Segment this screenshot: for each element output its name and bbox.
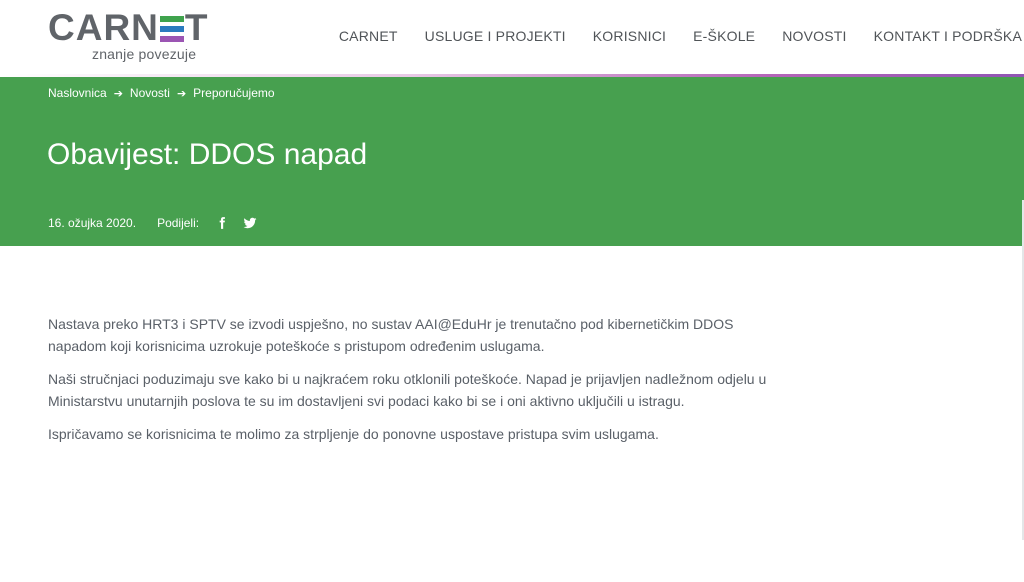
article-hero: Naslovnica ➔ Novosti ➔ Preporučujemo Obavije…: [0, 77, 1024, 246]
breadcrumb-item-naslovnica[interactable]: Naslovnica: [48, 86, 107, 100]
logo-word-right: T: [184, 7, 209, 48]
breadcrumb: Naslovnica ➔ Novosti ➔ Preporučujemo: [48, 86, 275, 100]
breadcrumb-item-novosti[interactable]: Novosti: [130, 86, 170, 100]
page-title: Obavijest: DDOS napad: [47, 138, 368, 171]
twitter-icon[interactable]: [243, 216, 257, 230]
article-paragraph: Naši stručnjaci poduzimaju sve kako bi u…: [48, 371, 767, 409]
nav-item-e-skole[interactable]: E-ŠKOLE: [693, 28, 755, 44]
article-meta: 16. ožujka 2020. Podijeli:: [48, 216, 271, 230]
breadcrumb-item-preporucujemo[interactable]: Preporučujemo: [193, 86, 274, 100]
nav-item-novosti[interactable]: NOVOSTI: [782, 28, 846, 44]
nav-item-kontakt-i-podrska[interactable]: KONTAKT I PODRŠKA: [874, 28, 1022, 44]
article-body: Nastava preko HRT3 i SPTV se izvodi uspj…: [48, 313, 788, 456]
nav-item-usluge-i-projekti[interactable]: USLUGE I PROJEKTI: [425, 28, 566, 44]
share-label: Podijeli:: [157, 216, 200, 230]
nav-item-korisnici[interactable]: KORISNICI: [593, 28, 666, 44]
breadcrumb-arrow-icon: ➔: [113, 88, 123, 100]
article-date: 16. ožujka 2020.: [48, 216, 137, 230]
breadcrumb-arrow-icon: ➔: [176, 88, 187, 100]
article-paragraph: Nastava preko HRT3 i SPTV se izvodi uspj…: [48, 316, 734, 354]
logo-wordmark: CARN T: [48, 7, 209, 48]
logo-e-stripes-icon: [159, 16, 184, 42]
facebook-icon[interactable]: [215, 216, 229, 230]
logo-stripe-purple: [159, 36, 184, 42]
article-paragraph: Ispričavamo se korisnicima te molimo za …: [48, 426, 659, 442]
logo-tagline: znanje povezuje: [92, 46, 197, 62]
carnet-logo[interactable]: CARN T znanje povezuje: [48, 7, 209, 66]
site-header: CARN T znanje povezuje CARNET USLUGE I PR…: [0, 0, 1024, 76]
logo-word-left: CARN: [48, 7, 159, 48]
logo-stripe-blue: [159, 26, 184, 32]
nav-item-carnet[interactable]: CARNET: [339, 28, 398, 44]
logo-stripe-green: [159, 16, 184, 22]
main-nav: CARNET USLUGE I PROJEKTI KORISNICI E-ŠKO…: [339, 28, 1022, 44]
